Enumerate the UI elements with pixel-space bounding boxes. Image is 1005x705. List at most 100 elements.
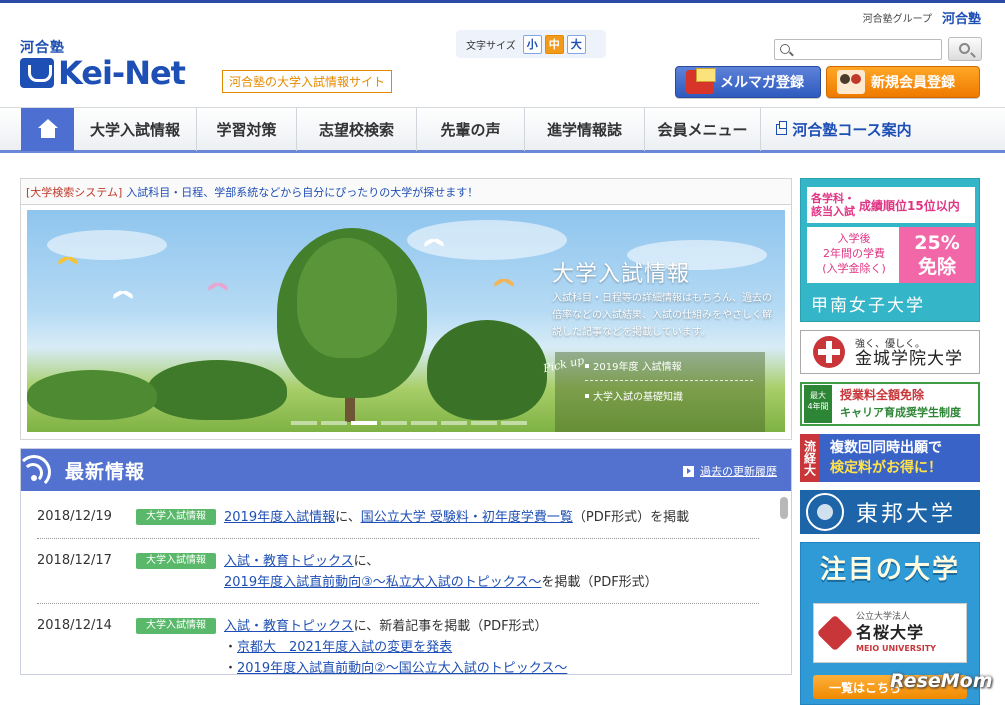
news-date: 2018/12/19 xyxy=(37,509,112,524)
bird xyxy=(57,258,79,270)
system-bar[interactable]: [大学検索システム] 入試科目・日程、学部系統などから自分にぴったりの大学が探せ… xyxy=(20,178,792,204)
hero-banner[interactable]: 大学入試情報 入試科目・日程等の詳細情報はもちろん、過去の倍率などの入試結果、入… xyxy=(27,210,785,432)
banner-tuition-exemption[interactable]: 最大 4年間 授業料全額免除 キャリア育成奨学生制度 xyxy=(800,382,980,426)
slide-dot-active[interactable] xyxy=(351,421,377,425)
logo-text: Kei-Net xyxy=(58,54,186,92)
hero-frame: 大学入試情報 入試科目・日程等の詳細情報はもちろん、過去の倍率などの入試結果、入… xyxy=(20,204,792,440)
search-icon xyxy=(780,43,790,54)
hero-title: 大学入試情報 xyxy=(552,262,691,287)
watermark: ReseMom xyxy=(890,670,993,692)
external-window-icon xyxy=(776,121,788,135)
mail-icon xyxy=(686,68,716,94)
slide-dot[interactable] xyxy=(381,421,407,425)
university-name: 名桜大学 xyxy=(856,623,925,642)
news-link[interactable]: 京都大 2021年度入試の変更を発表 xyxy=(237,640,452,655)
banner-text: 検定料がお得に！ xyxy=(830,460,942,476)
font-size-label: 文字サイズ xyxy=(466,40,516,52)
site-logo[interactable]: Kei-Net xyxy=(20,54,186,92)
news-link[interactable]: 入試・教育トピックス xyxy=(224,554,354,569)
banner-konan[interactable]: 各学科・ 該当入試 成績順位15位以内 入学後 2年間の学費 (入学金除く) 2… xyxy=(800,178,980,322)
banner-highlight: 25% 免除 xyxy=(899,227,975,283)
banner-school: 金城学院大学 xyxy=(855,349,963,369)
tree xyxy=(297,238,397,358)
news-item: 2018/12/14 大学入試情報 入試・教育トピックスに、新着記事を掲載（PD… xyxy=(37,616,759,675)
banner-school: 甲南女子大学 xyxy=(811,296,925,316)
system-tag: [大学検索システム] xyxy=(26,185,123,199)
banner-text: 複数回同時出願で xyxy=(830,440,942,456)
scrollbar-thumb[interactable] xyxy=(780,497,788,519)
news-link[interactable]: 2019年度入試直前動向③〜私立大入試のトピックス〜 xyxy=(224,575,541,590)
news-link[interactable]: 2019年度入試直前動向②〜国公立大入試のトピックス〜 xyxy=(237,661,567,674)
square-bullet-icon xyxy=(585,363,589,368)
banner-ryukei[interactable]: 流経大 複数回同時出願で 検定料がお得に！ xyxy=(800,434,980,482)
group-bar: 河合塾グループ 河合塾 xyxy=(863,8,981,27)
nav-course-guide[interactable]: 河合塾コース案内 xyxy=(761,108,927,151)
banner-badge: 最大 4年間 xyxy=(804,385,832,423)
font-size-small-button[interactable]: 小 xyxy=(522,34,542,54)
category-badge: 大学入試情報 xyxy=(136,553,216,569)
news-scrollbar[interactable] xyxy=(780,495,788,673)
bird xyxy=(493,280,515,292)
mail-magazine-button[interactable]: メルマガ登録 xyxy=(675,66,821,98)
arrow-right-icon xyxy=(683,465,694,477)
group-brand-link[interactable]: 河合塾 xyxy=(942,8,981,27)
news-link[interactable]: 国公立大学 受験料・初年度学費一覧 xyxy=(361,510,573,525)
news-title: 最新情報 xyxy=(65,460,146,483)
banner-text: 授業料全額免除 xyxy=(840,388,925,402)
nav-admission-info[interactable]: 大学入試情報 xyxy=(74,108,197,151)
news-date: 2018/12/14 xyxy=(37,618,112,633)
slide-dot[interactable] xyxy=(321,421,347,425)
students-icon xyxy=(837,70,865,94)
nav-magazine[interactable]: 進学情報誌 xyxy=(525,108,645,151)
bird xyxy=(112,292,134,304)
banner-text: 入学後 2年間の学費 (入学金除く) xyxy=(822,232,886,275)
nav-school-search[interactable]: 志望校検索 xyxy=(297,108,417,151)
font-size-large-button[interactable]: 大 xyxy=(566,34,586,54)
search-input[interactable] xyxy=(774,38,942,60)
slide-dot[interactable] xyxy=(291,421,317,425)
university-kind: 公立大学法人 xyxy=(856,612,911,622)
slide-dot[interactable] xyxy=(441,421,467,425)
tree xyxy=(27,370,157,420)
global-nav: 大学入試情報 学習対策 志望校検索 先輩の声 進学情報誌 会員メニュー 河合塾コ… xyxy=(0,107,1005,153)
hero-description: 入試科目・日程等の詳細情報はもちろん、過去の倍率などの入試結果、入試の仕組みをや… xyxy=(552,293,772,338)
nav-study[interactable]: 学習対策 xyxy=(197,108,297,151)
news-history-link[interactable]: 過去の更新履歴 xyxy=(683,463,777,479)
featured-university-card[interactable]: 公立大学法人 名桜大学 MEIO UNIVERSITY xyxy=(813,603,967,663)
search-button[interactable] xyxy=(948,37,982,61)
banner-text: キャリア育成奨学生制度 xyxy=(840,406,961,419)
site-tagline: 河合塾の大学入試情報サイト xyxy=(222,70,393,93)
register-button[interactable]: 新規会員登録 xyxy=(826,66,980,98)
nav-seniors-voice[interactable]: 先輩の声 xyxy=(417,108,525,151)
group-label: 河合塾グループ xyxy=(862,14,932,25)
university-emblem-icon xyxy=(816,614,854,652)
slide-dot[interactable] xyxy=(501,421,527,425)
rss-icon xyxy=(21,455,53,489)
category-badge: 大学入試情報 xyxy=(136,618,216,634)
nav-home[interactable] xyxy=(21,108,74,151)
tree xyxy=(147,360,287,420)
font-size-switcher: 文字サイズ 小 中 大 xyxy=(456,30,606,58)
main-column: [大学検索システム] 入試科目・日程、学部系統などから自分にぴったりの大学が探せ… xyxy=(20,178,792,675)
banner-text: 成績順位15位以内 xyxy=(859,198,960,213)
news-link[interactable]: 入試・教育トピックス xyxy=(224,619,354,634)
banner-toho[interactable]: 東邦大学 xyxy=(800,490,980,534)
slide-dot[interactable] xyxy=(411,421,437,425)
search-icon xyxy=(959,43,970,54)
banner-kinjo[interactable]: 強く、優しく。 金城学院大学 xyxy=(800,330,980,374)
nav-member-menu[interactable]: 会員メニュー xyxy=(645,108,761,151)
slide-dot[interactable] xyxy=(471,421,497,425)
news-item: 2018/12/19 大学入試情報 2019年度入試情報に、国公立大学 受験料・… xyxy=(37,507,759,539)
book-icon xyxy=(20,58,54,88)
font-size-medium-button[interactable]: 中 xyxy=(544,34,564,54)
pickup-link[interactable]: 大学入試の基礎知識 xyxy=(585,388,683,403)
pickup-label: Pick up xyxy=(542,353,586,376)
news-text: 2019年度入試情報に、国公立大学 受験料・初年度学費一覧（PDF形式）を掲載 xyxy=(224,510,690,525)
news-link[interactable]: 2019年度入試情報 xyxy=(224,510,335,525)
pickup-link[interactable]: 2019年度 入試情報 xyxy=(585,358,682,373)
news-panel: 最新情報 過去の更新履歴 2018/12/19 大学入試情報 2019年度入試情… xyxy=(20,448,792,675)
news-text: 入試・教育トピックスに、新着記事を掲載（PDF形式） ・京都大 2021年度入試… xyxy=(224,619,568,675)
bird xyxy=(423,240,445,252)
news-item: 2018/12/17 大学入試情報 入試・教育トピックスに、 2019年度入試直… xyxy=(37,551,759,604)
news-header: 最新情報 過去の更新履歴 xyxy=(21,449,791,491)
